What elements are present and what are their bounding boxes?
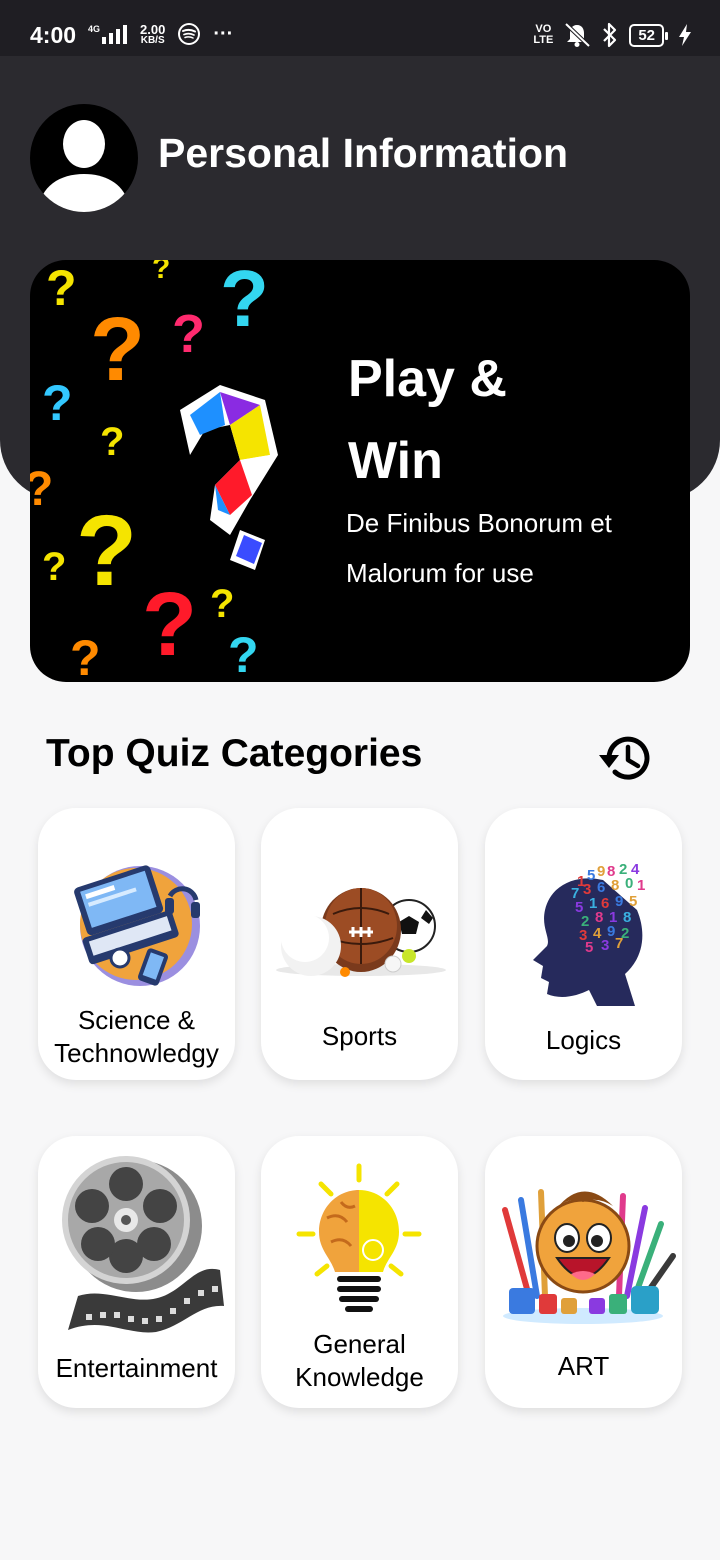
network-type: 4G — [88, 24, 101, 34]
laptop-icon — [74, 865, 200, 986]
svg-text:9: 9 — [615, 893, 623, 910]
bluetooth-icon — [603, 22, 617, 48]
svg-text:3: 3 — [601, 937, 609, 954]
svg-text:8: 8 — [623, 909, 631, 926]
category-card-art[interactable]: ART — [485, 1136, 682, 1408]
question-marks-illustration: ? ? ? ? ? ? ? ? ? ? ? ? ? ? — [30, 260, 278, 682]
banner-headline: Play & Win — [348, 350, 507, 490]
signal-icon: 4G — [88, 24, 128, 44]
category-label: ART — [557, 1351, 610, 1381]
svg-text:8: 8 — [611, 877, 619, 894]
svg-text:6: 6 — [597, 879, 605, 896]
svg-text:?: ? — [46, 260, 77, 316]
svg-text:7: 7 — [615, 935, 623, 952]
svg-text:?: ? — [76, 495, 137, 607]
section-title: Top Quiz Categories — [46, 732, 423, 775]
svg-text:1: 1 — [637, 877, 645, 894]
svg-text:?: ? — [90, 300, 145, 400]
charging-icon — [679, 24, 691, 46]
history-button[interactable] — [596, 728, 656, 788]
person-icon — [38, 120, 130, 212]
sports-balls-icon — [276, 888, 446, 977]
svg-text:8: 8 — [595, 909, 603, 926]
data-speed: 2.00 KB/S — [140, 21, 166, 46]
svg-text:?: ? — [70, 630, 101, 682]
category-card-science-technology[interactable]: Science & Technowledgy — [38, 808, 235, 1080]
mute-icon — [564, 22, 591, 48]
svg-text:?: ? — [142, 575, 197, 675]
avatar[interactable] — [30, 104, 138, 212]
spotify-icon — [178, 23, 201, 45]
play-win-banner[interactable]: ? ? ? ? ? ? ? ? ? ? ? ? ? ? Play & — [30, 260, 690, 682]
category-card-general-knowledge[interactable]: General Knowledge — [261, 1136, 458, 1408]
svg-text:?: ? — [228, 627, 259, 682]
svg-text:?: ? — [30, 463, 53, 516]
brain-bulb-icon — [296, 1163, 422, 1312]
svg-text:0: 0 — [625, 875, 633, 892]
volte-icon: VO LTE — [533, 23, 554, 46]
history-icon — [599, 736, 650, 780]
svg-text:5: 5 — [629, 893, 637, 910]
category-label: General Knowledge — [295, 1329, 424, 1392]
category-card-entertainment[interactable]: Entertainment — [38, 1136, 235, 1408]
svg-text:9: 9 — [597, 863, 605, 880]
svg-text:?: ? — [210, 582, 234, 626]
svg-text:?: ? — [172, 304, 205, 364]
category-card-logics[interactable]: 1 5 9 8 2 4 7 3 6 8 0 1 5 1 6 9 5 2 8 1 … — [485, 808, 682, 1080]
status-time: 4:00 — [30, 22, 77, 48]
banner-subtitle: De Finibus Bonorum et Malorum for use — [346, 508, 612, 588]
category-label: Science & Technowledgy — [54, 1005, 219, 1068]
profile-title[interactable]: Personal Information — [158, 130, 568, 177]
status-bar: 4:00 4G 2.00 KB/S ··· VO LTE 52 — [0, 0, 720, 56]
head-numbers-icon: 1 5 9 8 2 4 7 3 6 8 0 1 5 1 6 9 5 2 8 1 … — [533, 861, 645, 1006]
svg-text:5: 5 — [585, 939, 593, 956]
more-notifications-icon: ··· — [213, 22, 234, 45]
category-card-sports[interactable]: Sports — [261, 808, 458, 1080]
battery-indicator: 52 — [629, 23, 668, 47]
svg-text:?: ? — [42, 375, 73, 431]
film-reel-icon — [62, 1156, 224, 1333]
category-label: Logics — [545, 1025, 622, 1055]
svg-text:?: ? — [100, 420, 124, 464]
svg-text:?: ? — [42, 545, 66, 589]
category-label: Entertainment — [55, 1353, 218, 1383]
art-supplies-icon — [502, 1189, 676, 1324]
svg-text:?: ? — [152, 260, 170, 285]
category-label: Sports — [321, 1021, 398, 1051]
svg-text:?: ? — [220, 260, 269, 343]
